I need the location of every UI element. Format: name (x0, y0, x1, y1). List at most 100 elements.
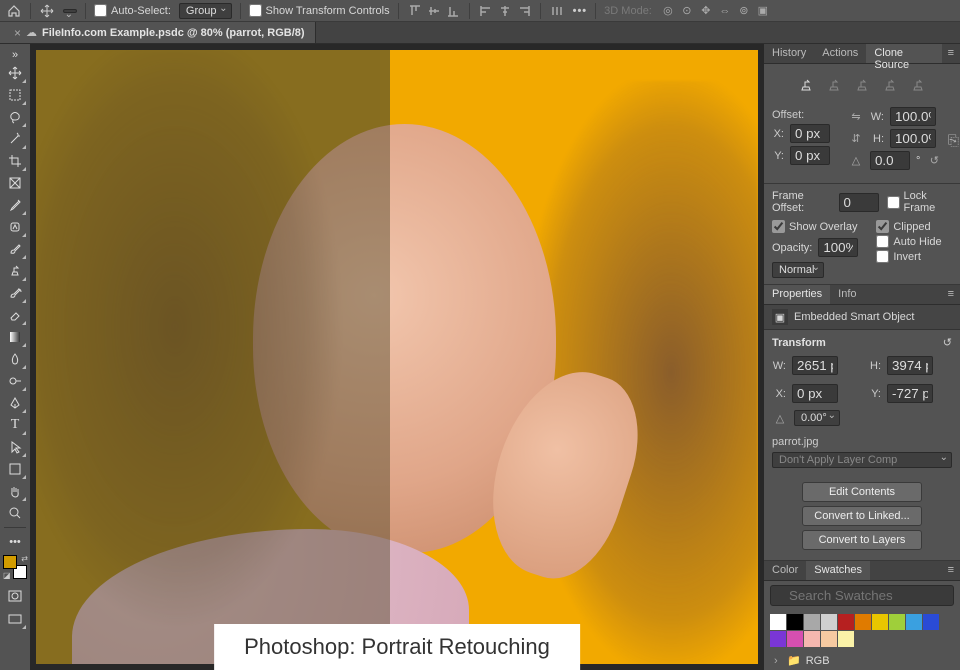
auto-select-target-dropdown[interactable]: Group (179, 3, 232, 19)
lasso-tool[interactable] (3, 106, 27, 128)
prop-angle-dropdown[interactable]: 0.00° (794, 410, 840, 426)
convert-to-linked-button[interactable]: Convert to Linked... (802, 506, 922, 526)
auto-select-input[interactable] (94, 4, 107, 17)
align-hcenter-icon[interactable] (497, 3, 513, 19)
brush-tool[interactable] (3, 238, 27, 260)
layer-comp-dropdown[interactable]: Don't Apply Layer Comp (772, 452, 952, 468)
tool-preset-dropdown[interactable] (63, 9, 77, 13)
tab-actions[interactable]: Actions (814, 44, 866, 63)
tab-clone-source[interactable]: Clone Source (866, 44, 941, 63)
distribute-h-icon[interactable] (549, 3, 565, 19)
swatches-search-input[interactable] (770, 585, 954, 606)
tab-color[interactable]: Color (764, 561, 806, 580)
path-selection-tool[interactable] (3, 436, 27, 458)
swatch[interactable] (889, 614, 905, 630)
move-tool[interactable] (3, 62, 27, 84)
clone-source-4-icon[interactable] (881, 76, 899, 94)
show-transform-checkbox[interactable]: Show Transform Controls (249, 4, 390, 17)
auto-hide-checkbox[interactable]: Auto Hide (876, 235, 941, 248)
swatch[interactable] (872, 614, 888, 630)
flip-h-icon[interactable]: ⇋ (848, 110, 864, 123)
clipped-checkbox[interactable]: Clipped (876, 220, 941, 233)
default-colors-icon[interactable]: ◪ (3, 571, 11, 580)
swatch[interactable] (838, 614, 854, 630)
prop-y-input[interactable] (887, 384, 933, 403)
edit-contents-button[interactable]: Edit Contents (802, 482, 922, 502)
align-vcenter-icon[interactable] (426, 3, 442, 19)
clone-source-3-icon[interactable] (853, 76, 871, 94)
prop-x-input[interactable] (792, 384, 838, 403)
prop-w-input[interactable] (792, 356, 838, 375)
swatch[interactable] (923, 614, 939, 630)
auto-select-checkbox[interactable]: Auto-Select: (94, 4, 171, 17)
magic-wand-tool[interactable] (3, 128, 27, 150)
swatch[interactable] (770, 614, 786, 630)
align-right-icon[interactable] (516, 3, 532, 19)
type-tool[interactable]: T (3, 414, 27, 436)
lock-frame-checkbox[interactable]: Lock Frame (887, 190, 953, 214)
panel-menu-icon[interactable]: ≡ (942, 285, 960, 304)
swatch[interactable] (787, 631, 803, 647)
angle-input[interactable] (870, 151, 910, 170)
document-tab[interactable]: × ☁ FileInfo.com Example.psdc @ 80% (par… (0, 22, 316, 43)
swatch[interactable] (906, 614, 922, 630)
convert-to-layers-button[interactable]: Convert to Layers (802, 530, 922, 550)
move-tool-indicator-icon[interactable] (39, 3, 55, 19)
offset-x-input[interactable] (790, 124, 830, 143)
panel-menu-icon[interactable]: ≡ (942, 561, 960, 580)
healing-brush-tool[interactable] (3, 216, 27, 238)
edit-toolbar-icon[interactable]: ••• (3, 531, 27, 553)
align-left-icon[interactable] (478, 3, 494, 19)
blur-tool[interactable] (3, 348, 27, 370)
frame-offset-input[interactable] (839, 193, 879, 212)
scale-h-input[interactable] (890, 129, 936, 148)
flip-v-icon[interactable]: ⇵ (848, 132, 864, 145)
clone-source-1-icon[interactable] (797, 76, 815, 94)
overlay-blend-dropdown[interactable]: Normal (772, 262, 824, 278)
show-overlay-checkbox[interactable]: Show Overlay (772, 220, 858, 233)
screen-mode-icon[interactable] (3, 608, 27, 630)
panel-menu-icon[interactable]: ≡ (942, 44, 960, 63)
link-wh-icon[interactable]: ⎘ (946, 132, 960, 149)
foreground-background-colors[interactable]: ⇄ ◪ (3, 555, 27, 579)
marquee-tool[interactable] (3, 84, 27, 106)
foreground-color-swatch[interactable] (3, 555, 17, 569)
prop-h-input[interactable] (887, 356, 933, 375)
reset-angle-icon[interactable]: ↺ (926, 154, 942, 167)
quick-mask-icon[interactable] (3, 585, 27, 607)
opacity-input[interactable] (818, 238, 858, 257)
dodge-tool[interactable] (3, 370, 27, 392)
swatch[interactable] (821, 614, 837, 630)
pen-tool[interactable] (3, 392, 27, 414)
canvas-area[interactable]: Photoshop: Portrait Retouching (30, 44, 764, 670)
clone-source-2-icon[interactable] (825, 76, 843, 94)
swatch[interactable] (787, 614, 803, 630)
more-options-icon[interactable]: ••• (573, 5, 588, 17)
close-tab-icon[interactable]: × (14, 26, 21, 40)
clone-source-5-icon[interactable] (909, 76, 927, 94)
history-brush-tool[interactable] (3, 282, 27, 304)
eyedropper-tool[interactable] (3, 194, 27, 216)
swatch[interactable] (838, 631, 854, 647)
gradient-tool[interactable] (3, 326, 27, 348)
reset-transform-icon[interactable]: ↺ (943, 336, 952, 349)
tab-swatches[interactable]: Swatches (806, 561, 870, 580)
swatch[interactable] (855, 614, 871, 630)
swatch[interactable] (804, 631, 820, 647)
hand-tool[interactable] (3, 480, 27, 502)
tab-history[interactable]: History (764, 44, 814, 63)
frame-tool[interactable] (3, 172, 27, 194)
swatch[interactable] (821, 631, 837, 647)
clone-stamp-tool[interactable] (3, 260, 27, 282)
invert-checkbox[interactable]: Invert (876, 250, 941, 263)
document-canvas[interactable] (36, 50, 758, 664)
shape-tool[interactable] (3, 458, 27, 480)
offset-y-input[interactable] (790, 146, 830, 165)
tab-info[interactable]: Info (830, 285, 864, 304)
eraser-tool[interactable] (3, 304, 27, 326)
collapse-arrows-icon[interactable]: » (3, 48, 27, 62)
swatch-folder-rgb[interactable]: 📁RGB (764, 651, 960, 670)
swatch[interactable] (770, 631, 786, 647)
scale-w-input[interactable] (890, 107, 936, 126)
align-bottom-icon[interactable] (445, 3, 461, 19)
